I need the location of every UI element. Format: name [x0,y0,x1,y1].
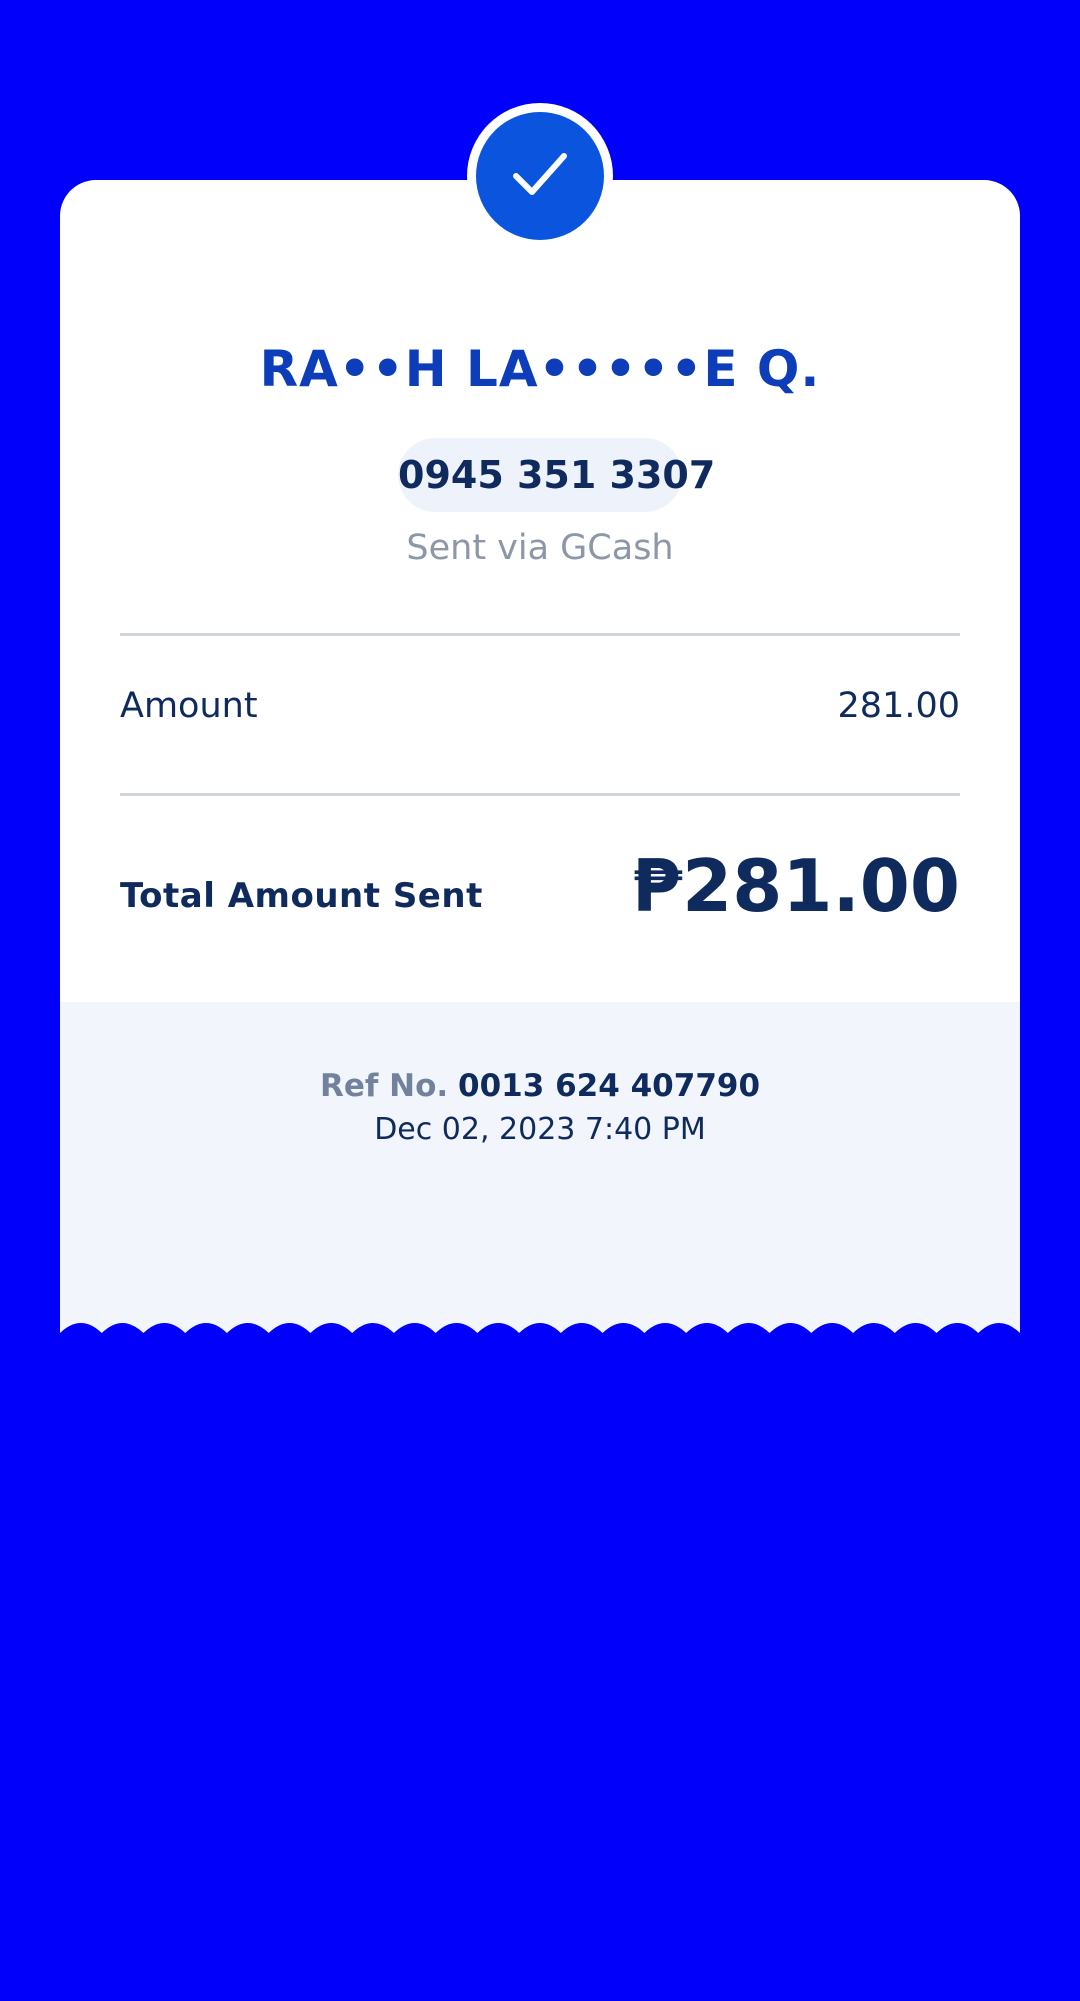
receipt-footer [60,1002,1020,1340]
divider [120,633,960,636]
sent-via-text: Sent via GCash [406,528,674,568]
phone-pill: 0945 351 3307 [398,438,716,512]
total-amount-label: Total Amount Sent [120,876,483,916]
reference-line: Ref No. 0013 624 407790 [60,1068,1020,1104]
ref-number: 0013 624 407790 [458,1068,761,1104]
divider [120,793,960,796]
receipt-torn-edge [60,1323,1020,1340]
success-badge [467,103,613,249]
ref-label: Ref No. [319,1068,449,1104]
amount-value: 281.00 [837,686,960,726]
recipient-phone-number: 0945 351 3307 [398,453,716,497]
check-icon [513,153,567,195]
total-amount-value: ₱281.00 [632,844,960,928]
transaction-datetime: Dec 02, 2023 7:40 PM [374,1112,706,1147]
success-circle [476,112,604,240]
recipient-name: RA••H LA•••••E Q. [259,340,821,398]
amount-label: Amount [120,686,258,726]
receipt-card: RA••H LA•••••E Q. 0945 351 3307 Sent via… [60,180,1020,1340]
